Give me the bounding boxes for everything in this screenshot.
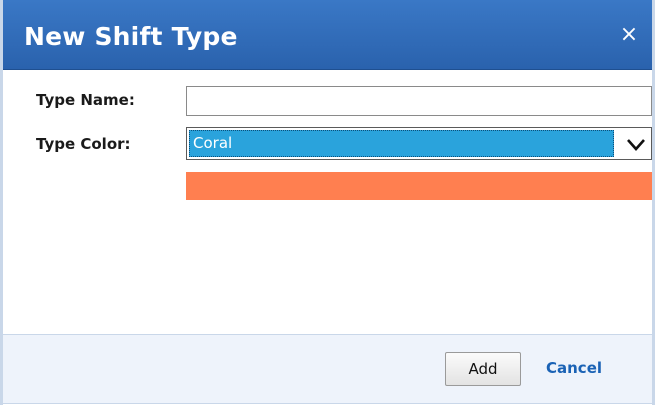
type-color-selected-value: Coral [189, 130, 614, 157]
dialog-footer: Add Cancel [3, 334, 652, 404]
add-button[interactable]: Add [445, 352, 521, 386]
new-shift-type-dialog: New Shift Type × Type Name: Type Color: … [0, 0, 655, 405]
type-name-label: Type Name: [36, 91, 135, 109]
dialog-title: New Shift Type [24, 22, 238, 51]
type-color-select[interactable]: Coral [186, 127, 652, 160]
color-preview-swatch [186, 172, 652, 200]
type-color-label: Type Color: [36, 135, 131, 153]
cancel-link[interactable]: Cancel [546, 359, 602, 377]
close-icon[interactable]: × [618, 24, 640, 46]
dialog-title-bar: New Shift Type × [3, 0, 652, 70]
type-name-input[interactable] [186, 86, 652, 116]
chevron-down-icon[interactable] [625, 133, 647, 155]
